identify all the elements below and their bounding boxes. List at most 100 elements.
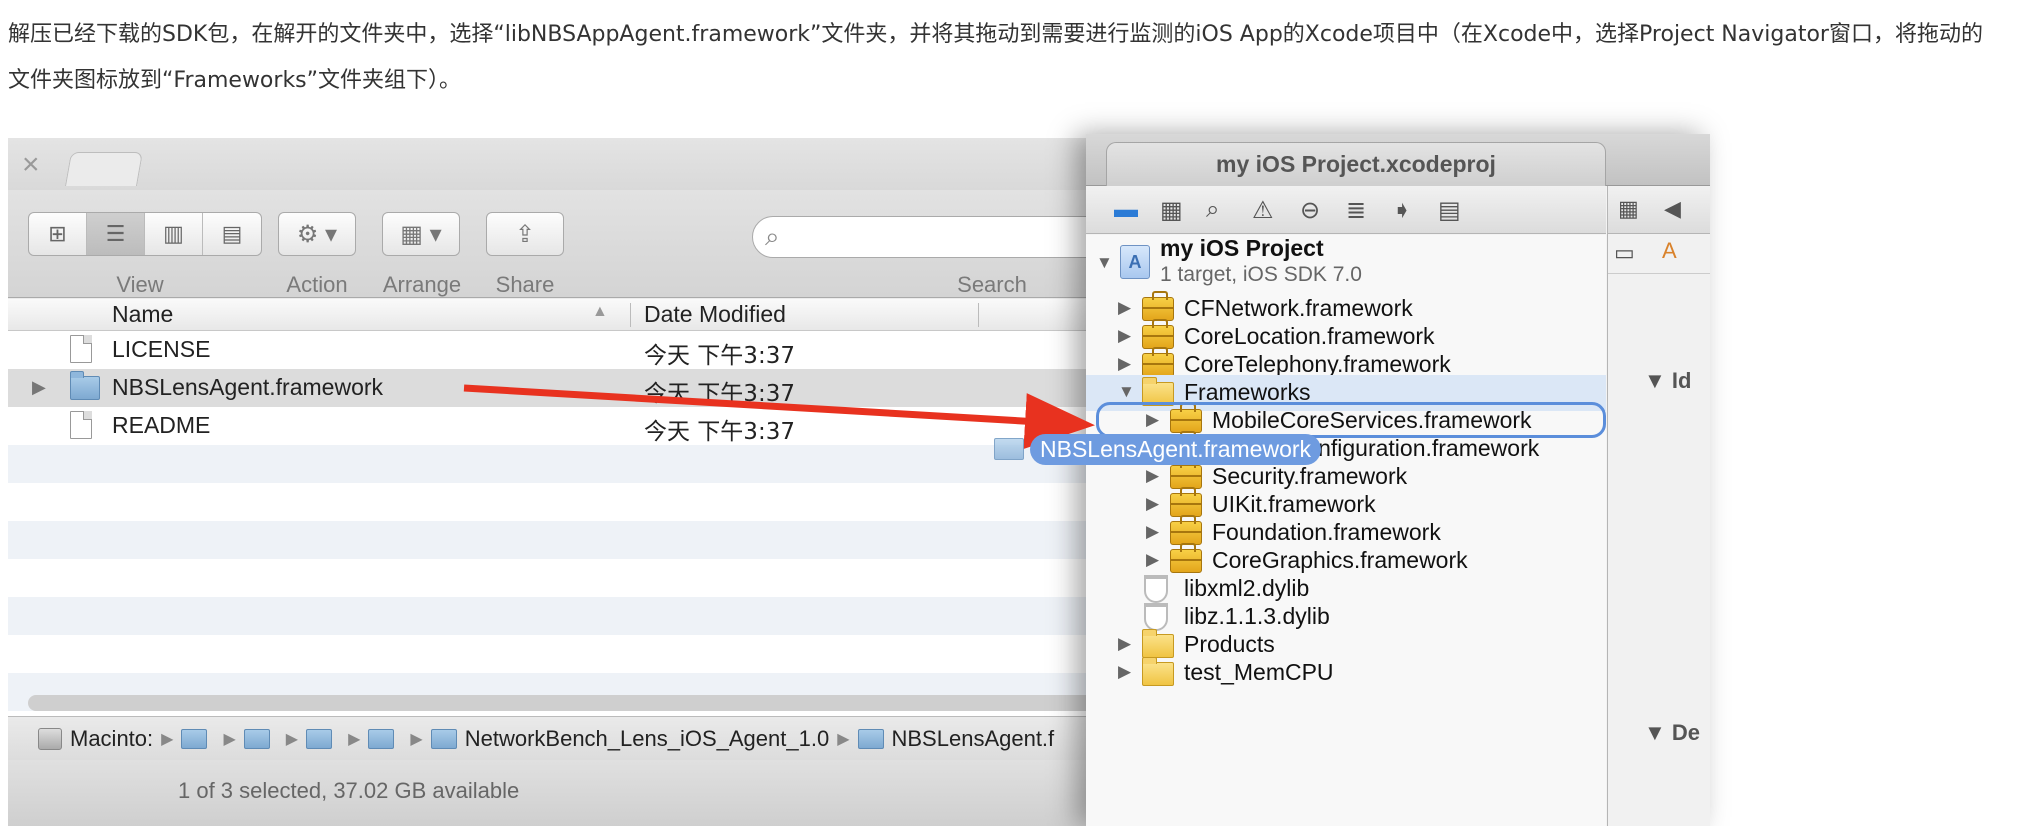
path-item-framework[interactable]: NBSLensAgent.f [892,726,1055,752]
name-column-header[interactable]: Name [112,301,173,328]
tree-item-label: libz.1.1.3.dylib [1184,603,1330,629]
app-store-icon[interactable]: A [1662,238,1677,264]
folder-icon [1142,629,1174,658]
arrange-icon: ▦ ▾ [400,220,442,248]
disclosure-triangle-icon[interactable]: ▶ [1146,550,1159,570]
path-separator-icon: ▶ [223,730,236,748]
breakpoint-navigator-icon[interactable]: ➧ [1392,196,1412,225]
tree-item-label: Security.framework [1212,463,1408,489]
document-icon [70,335,92,363]
disclosure-triangle-icon[interactable]: ▶ [1118,298,1131,318]
share-label: Share [495,272,555,297]
column-view-icon[interactable]: ▥ [145,213,203,255]
disclosure-triangle-icon[interactable]: ▶ [1118,662,1131,682]
tree-item-label: libxml2.dylib [1184,575,1310,601]
project-subtitle: 1 target, iOS SDK 7.0 [1160,263,1362,286]
view-label: View [116,272,164,297]
disclosure-triangle-icon[interactable]: ▶ [1118,354,1131,374]
symbol-navigator-icon[interactable]: ▦ [1160,196,1183,225]
column-divider[interactable] [630,303,631,327]
framework-icon [1170,487,1202,517]
file-date: 今天 下午3:37 [644,381,795,407]
folder-icon[interactable] [243,728,270,749]
tree-item-label: CFNetwork.framework [1184,295,1413,321]
issue-navigator-icon[interactable]: ⚠ [1252,196,1274,225]
tree-item-project[interactable]: ▼ A my iOS Project 1 target, iOS SDK 7.0 [1086,235,1606,295]
disclosure-triangle-icon[interactable]: ▼ [1096,253,1113,273]
framework-icon [1142,319,1174,349]
hard-disk-icon [38,727,62,750]
inspector-selector-bar: ▭ A [1608,234,1710,274]
arrange-label: Arrange [382,272,462,297]
disclosure-triangle-icon[interactable]: ▶ [1146,522,1159,542]
arrange-button[interactable]: ▦ ▾ [382,212,460,256]
status-bar: 1 of 3 selected, 37.02 GB available [8,760,1108,826]
project-navigator-icon[interactable]: ▬ [1114,196,1138,224]
folder-icon [70,371,100,400]
finder-new-tab[interactable] [65,152,143,186]
tree-item-label: Foundation.framework [1212,519,1441,545]
intro-paragraph: 解压已经下载的SDK包，在解开的文件夹中，选择“libNBSAppAgent.f… [8,22,1983,93]
grid-icon[interactable]: ▦ [1618,196,1639,222]
find-navigator-icon[interactable]: ⌕ [1206,196,1219,224]
tree-item-label: CoreTelephony.framework [1184,351,1451,377]
gear-icon: ⚙ ▾ [296,220,338,248]
disclosure-triangle-icon[interactable]: ▶ [1146,466,1159,486]
disclosure-triangle-icon[interactable]: ▶ [1118,326,1131,346]
view-mode-segmented-control[interactable]: ⊞ ☰ ▥ ▤ [28,212,262,256]
xcode-document-tab[interactable]: my iOS Project.xcodeproj [1106,142,1606,186]
file-row-selected[interactable]: ▶ NBSLensAgent.framework 今天 下午3:37 [8,369,1108,407]
file-row[interactable]: README 今天 下午3:37 [8,407,1108,445]
path-item-disk[interactable]: Macinto: [70,726,153,752]
tree-item-label: test_MemCPU [1184,659,1334,685]
folder-icon [994,438,1024,460]
coverflow-view-icon[interactable]: ▤ [203,213,261,255]
folder-icon [857,728,884,749]
path-separator-icon: ▶ [161,730,174,748]
path-item-agent-folder[interactable]: NetworkBench_Lens_iOS_Agent_1.0 [465,726,829,752]
column-divider[interactable] [978,303,979,327]
file-inspector-icon[interactable]: ▭ [1614,240,1635,266]
xcode-window: my iOS Project.xcodeproj ▬ ▦ ⌕ ⚠ ⊖ ≣ ➧ ▤… [1086,134,1710,826]
list-view-icon[interactable]: ☰ [87,213,145,255]
framework-icon [1142,347,1174,377]
search-icon: ⌕ [765,221,780,251]
date-column-header[interactable]: Date Modified [644,301,786,328]
file-name: LICENSE [112,336,211,362]
debug-navigator-icon[interactable]: ≣ [1346,196,1366,225]
folder-icon[interactable] [181,728,208,749]
disclosure-triangle-icon[interactable]: ▶ [1118,634,1131,654]
test-navigator-icon[interactable]: ⊖ [1300,196,1320,225]
tree-item-label: CoreLocation.framework [1184,323,1435,349]
inspector-section-identity[interactable]: ▼ Id [1644,368,1691,394]
drag-ghost: NBSLensAgent.framework [994,432,1322,466]
back-arrow-icon[interactable]: ◀ [1664,196,1681,222]
search-input[interactable]: ⌕ [752,216,1108,258]
finder-toolbar: ⊞ ☰ ▥ ▤ View ⚙ ▾ Action ▦ ▾ Arrange ⇪ Sh… [8,190,1108,298]
action-button[interactable]: ⚙ ▾ [278,212,356,256]
inspector-section-deployment[interactable]: ▼ De [1644,720,1700,746]
path-separator-icon: ▶ [837,730,850,748]
close-icon[interactable]: × [22,148,40,182]
path-separator-icon: ▶ [285,730,299,748]
folder-icon [1142,657,1174,686]
horizontal-scrollbar[interactable] [28,695,1098,711]
utility-toolbar: ▦ ◀ [1608,186,1710,234]
project-icon: A [1120,245,1150,279]
folder-icon [430,728,457,749]
tree-item-label: UIKit.framework [1212,491,1376,517]
folder-icon[interactable] [368,728,395,749]
disclosure-triangle-icon[interactable]: ▶ [32,377,46,398]
path-separator-icon: ▶ [348,730,361,748]
navigator-selector-bar: ▬ ▦ ⌕ ⚠ ⊖ ≣ ➧ ▤ [1086,186,1606,234]
log-navigator-icon[interactable]: ▤ [1438,196,1461,225]
icon-view-icon[interactable]: ⊞ [29,213,87,255]
disclosure-triangle-icon[interactable]: ▼ [1118,382,1135,402]
tree-item[interactable]: ▶ test_MemCPU [1086,655,1606,691]
file-row[interactable]: LICENSE 今天 下午3:37 [8,331,1108,369]
folder-icon[interactable] [306,728,333,749]
file-date: 今天 下午3:37 [644,343,795,369]
share-button[interactable]: ⇪ [486,212,564,256]
status-text: 1 of 3 selected, 37.02 GB available [178,778,520,803]
disclosure-triangle-icon[interactable]: ▶ [1146,494,1159,514]
